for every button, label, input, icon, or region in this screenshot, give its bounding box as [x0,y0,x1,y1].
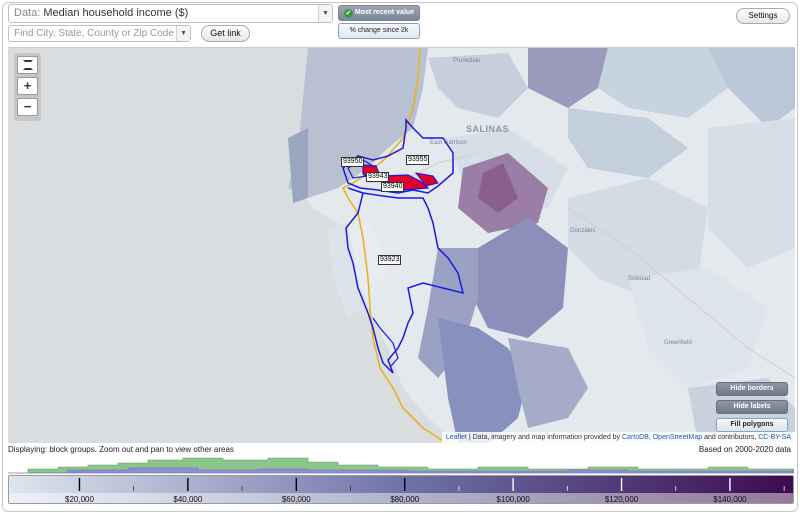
legend-scale: $20,000 $40,000 $60,000 $80,000 $100,000 $120… [9,476,793,504]
fill-polygons-button[interactable]: Fill polygons [716,418,788,432]
legend-tick-label: $140,000 [713,495,747,504]
hide-borders-button[interactable]: Hide borders [716,382,788,396]
location-search-input[interactable]: Find City, State, County or Zip Code ▼ [8,25,191,42]
most-recent-value-toggle[interactable]: ✓ Most recent value [338,5,420,21]
zip-label-93943[interactable]: 93943 [366,172,390,182]
chevron-down-icon[interactable]: ▼ [318,5,332,22]
fullscreen-icon [22,60,33,70]
hide-labels-button[interactable]: Hide labels [716,400,788,414]
legend-tick-label: $40,000 [173,495,202,504]
city-label-prunedale: Prunedale [453,58,481,64]
legend-tick-label: $20,000 [65,495,94,504]
legend-tick-label: $120,000 [605,495,639,504]
zip-label-93955[interactable]: 93955 [406,155,430,165]
displaying-status: Displaying: block groups. Zoom out and p… [8,445,234,454]
based-on-status: Based on 2000-2020 data [698,445,791,454]
city-label-gonzales: Gonzales [570,228,596,234]
zip-label-93940[interactable]: 93940 [381,182,405,192]
legend-tick-label: $100,000 [496,495,530,504]
map-canvas[interactable]: + − 93950 93955 93943 93940 93923 Pruned… [8,47,795,443]
value-histogram [8,457,794,474]
city-label-east-garrison: East Garrison [430,140,467,146]
leaflet-link[interactable]: Leaflet [446,434,467,441]
city-label-salinas: SALINAS [466,124,510,134]
zoom-in-button[interactable]: + [17,77,38,95]
city-label-greenfield: Greenfield [664,340,692,346]
color-legend: $20,000 $40,000 $60,000 $80,000 $100,000 $120… [8,475,794,504]
data-select-prefix: Data: [14,7,41,19]
settings-button[interactable]: Settings [736,8,790,24]
zoom-controls: + − [14,53,41,121]
data-select-value: Median household income ($) [43,7,189,19]
map-layer [8,48,795,443]
attribution-text-3: and contributors, [702,434,759,441]
search-placeholder: Find City, State, County or Zip Code [14,28,174,39]
zoom-out-button[interactable]: − [17,98,38,116]
get-link-button[interactable]: Get link [201,25,250,42]
cartodb-link[interactable]: CartoDB [622,434,649,441]
legend-tick-label: $80,000 [390,495,419,504]
openstreetmap-link[interactable]: OpenStreetMap [653,434,702,441]
fullscreen-button[interactable] [17,56,38,74]
checkmark-icon: ✓ [343,9,353,18]
most-recent-label: Most recent value [354,9,415,16]
pct-change-toggle[interactable]: % change since 2k [338,23,420,39]
chevron-down-icon[interactable]: ▼ [176,26,190,41]
license-link[interactable]: CC-BY-SA [758,434,791,441]
data-variable-select[interactable]: Data: Median household income ($) ▼ [8,4,333,23]
legend-tick-label: $60,000 [282,495,311,504]
city-label-soledad: Soledad [628,276,651,282]
map-attribution: Leaflet | Data, imagery and map informat… [441,432,795,443]
zip-label-93923[interactable]: 93923 [378,255,402,265]
attribution-text-1: | Data, imagery and map information prov… [466,434,622,441]
zip-label-93950[interactable]: 93950 [341,157,365,167]
